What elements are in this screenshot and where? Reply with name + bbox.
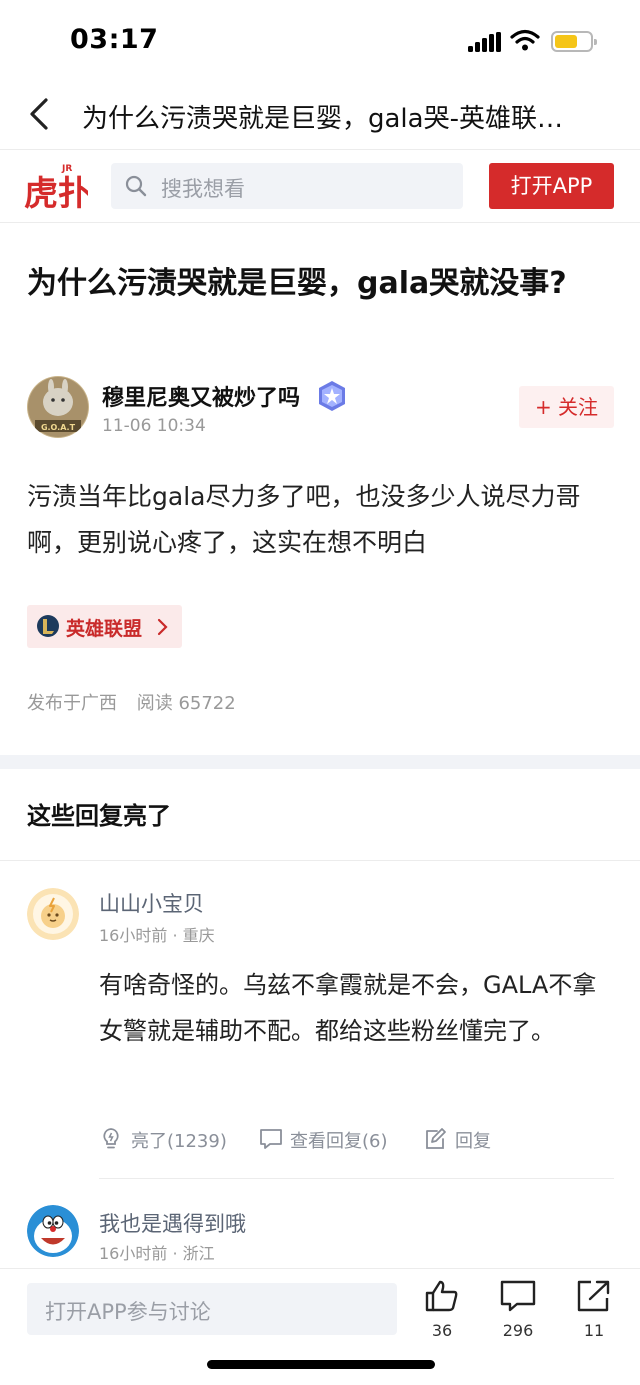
post-time: 11-06 10:34 bbox=[102, 416, 206, 436]
author-name[interactable]: 穆里尼奥又被炒了吗 bbox=[102, 380, 300, 412]
discussion-input[interactable]: 打开APP参与讨论 bbox=[27, 1283, 397, 1335]
search-icon bbox=[125, 175, 147, 197]
comment-count: 296 bbox=[502, 1321, 534, 1340]
comment-icon bbox=[260, 1129, 282, 1149]
status-bar: 03:17 bbox=[0, 0, 640, 84]
open-app-button[interactable]: 打开APP bbox=[489, 163, 614, 209]
tag-label: 英雄联盟 bbox=[66, 618, 143, 640]
search-placeholder: 搜我想看 bbox=[161, 177, 245, 201]
comment-avatar[interactable] bbox=[27, 1205, 79, 1257]
post-location: 发布于广西 bbox=[27, 693, 117, 714]
wifi-icon bbox=[510, 29, 540, 51]
divider bbox=[99, 1178, 614, 1179]
back-icon[interactable] bbox=[24, 96, 60, 132]
search-input[interactable]: 搜我想看 bbox=[111, 163, 463, 209]
status-time: 03:17 bbox=[70, 24, 159, 55]
like-post-button[interactable]: 36 bbox=[416, 1279, 468, 1349]
divider bbox=[0, 860, 640, 861]
svg-text:G.O.A.T: G.O.A.T bbox=[41, 423, 76, 432]
section-title: 这些回复亮了 bbox=[27, 802, 171, 830]
share-count: 11 bbox=[583, 1321, 605, 1340]
like-label: 亮了(1239) bbox=[131, 1131, 227, 1152]
lightbulb-icon bbox=[103, 1128, 119, 1149]
nav-title: 为什么污渍哭就是巨婴，gala哭-英雄联… bbox=[82, 104, 563, 134]
comment-meta: 16小时前 · 重庆 bbox=[99, 926, 215, 945]
section-divider bbox=[0, 755, 640, 769]
svg-text:JR: JR bbox=[61, 164, 72, 174]
post-body: 污渍当年比gala尽力多了吧，也没多少人说尽力哥啊，更别说心疼了，这实在想不明白 bbox=[27, 482, 581, 557]
author-row: G.O.A.T 穆里尼奥又被炒了吗 11-06 10:34 + 关注 bbox=[0, 374, 640, 444]
follow-button[interactable]: + 关注 bbox=[519, 386, 614, 428]
nav-bar: 为什么污渍哭就是巨婴，gala哭-英雄联… bbox=[0, 84, 640, 150]
hupu-logo[interactable]: 虎扑 JR bbox=[24, 161, 88, 211]
level-badge-icon bbox=[319, 381, 345, 411]
comment-actions: 亮了(1239) 查看回复(6) 回复 bbox=[99, 1124, 614, 1154]
comments-button[interactable]: 296 bbox=[492, 1279, 544, 1349]
share-button[interactable]: 11 bbox=[568, 1279, 620, 1349]
view-replies-button[interactable]: 查看回复(6) bbox=[258, 1124, 408, 1154]
comment-meta: 16小时前 · 浙江 bbox=[99, 1244, 215, 1263]
edit-icon bbox=[426, 1128, 446, 1149]
post-reads: 阅读 65722 bbox=[136, 693, 236, 714]
discussion-placeholder: 打开APP参与讨论 bbox=[45, 1300, 211, 1324]
like-button[interactable]: 亮了(1239) bbox=[99, 1124, 239, 1154]
reply-button[interactable]: 回复 bbox=[423, 1124, 513, 1154]
comment-avatar[interactable] bbox=[27, 888, 79, 940]
view-replies-label: 查看回复(6) bbox=[290, 1131, 388, 1152]
chevron-right-icon bbox=[157, 618, 168, 636]
share-icon bbox=[577, 1280, 610, 1312]
post-meta: 发布于广西 阅读 65722 bbox=[27, 689, 236, 715]
tag-chip[interactable]: 英雄联盟 bbox=[27, 605, 182, 648]
battery-icon bbox=[551, 31, 597, 52]
svg-text:虎扑: 虎扑 bbox=[24, 174, 88, 211]
author-avatar[interactable]: G.O.A.T bbox=[27, 376, 89, 438]
thumbs-up-icon bbox=[425, 1280, 458, 1312]
comment-icon bbox=[500, 1280, 536, 1312]
comment-username[interactable]: 我也是遇得到哦 bbox=[99, 1208, 246, 1238]
signal-icon bbox=[468, 32, 502, 52]
reply-label: 回复 bbox=[455, 1131, 491, 1152]
comment-username[interactable]: 山山小宝贝 bbox=[99, 888, 204, 918]
comment-text: 有啥奇怪的。乌兹不拿霞就是不会，GALA不拿女警就是辅助不配。都给这些粉丝懂完了… bbox=[99, 971, 597, 1045]
like-count: 36 bbox=[431, 1321, 453, 1340]
search-header: 虎扑 JR 搜我想看 打开APP bbox=[0, 151, 640, 223]
lol-icon bbox=[37, 615, 59, 637]
post-title: 为什么污渍哭就是巨婴，gala哭就没事? bbox=[27, 266, 567, 301]
page: 03:17 为什么污渍哭就是巨婴，gala哭-英雄联… 虎扑 JR 搜我想看 打… bbox=[0, 0, 640, 1385]
home-indicator bbox=[207, 1360, 435, 1369]
